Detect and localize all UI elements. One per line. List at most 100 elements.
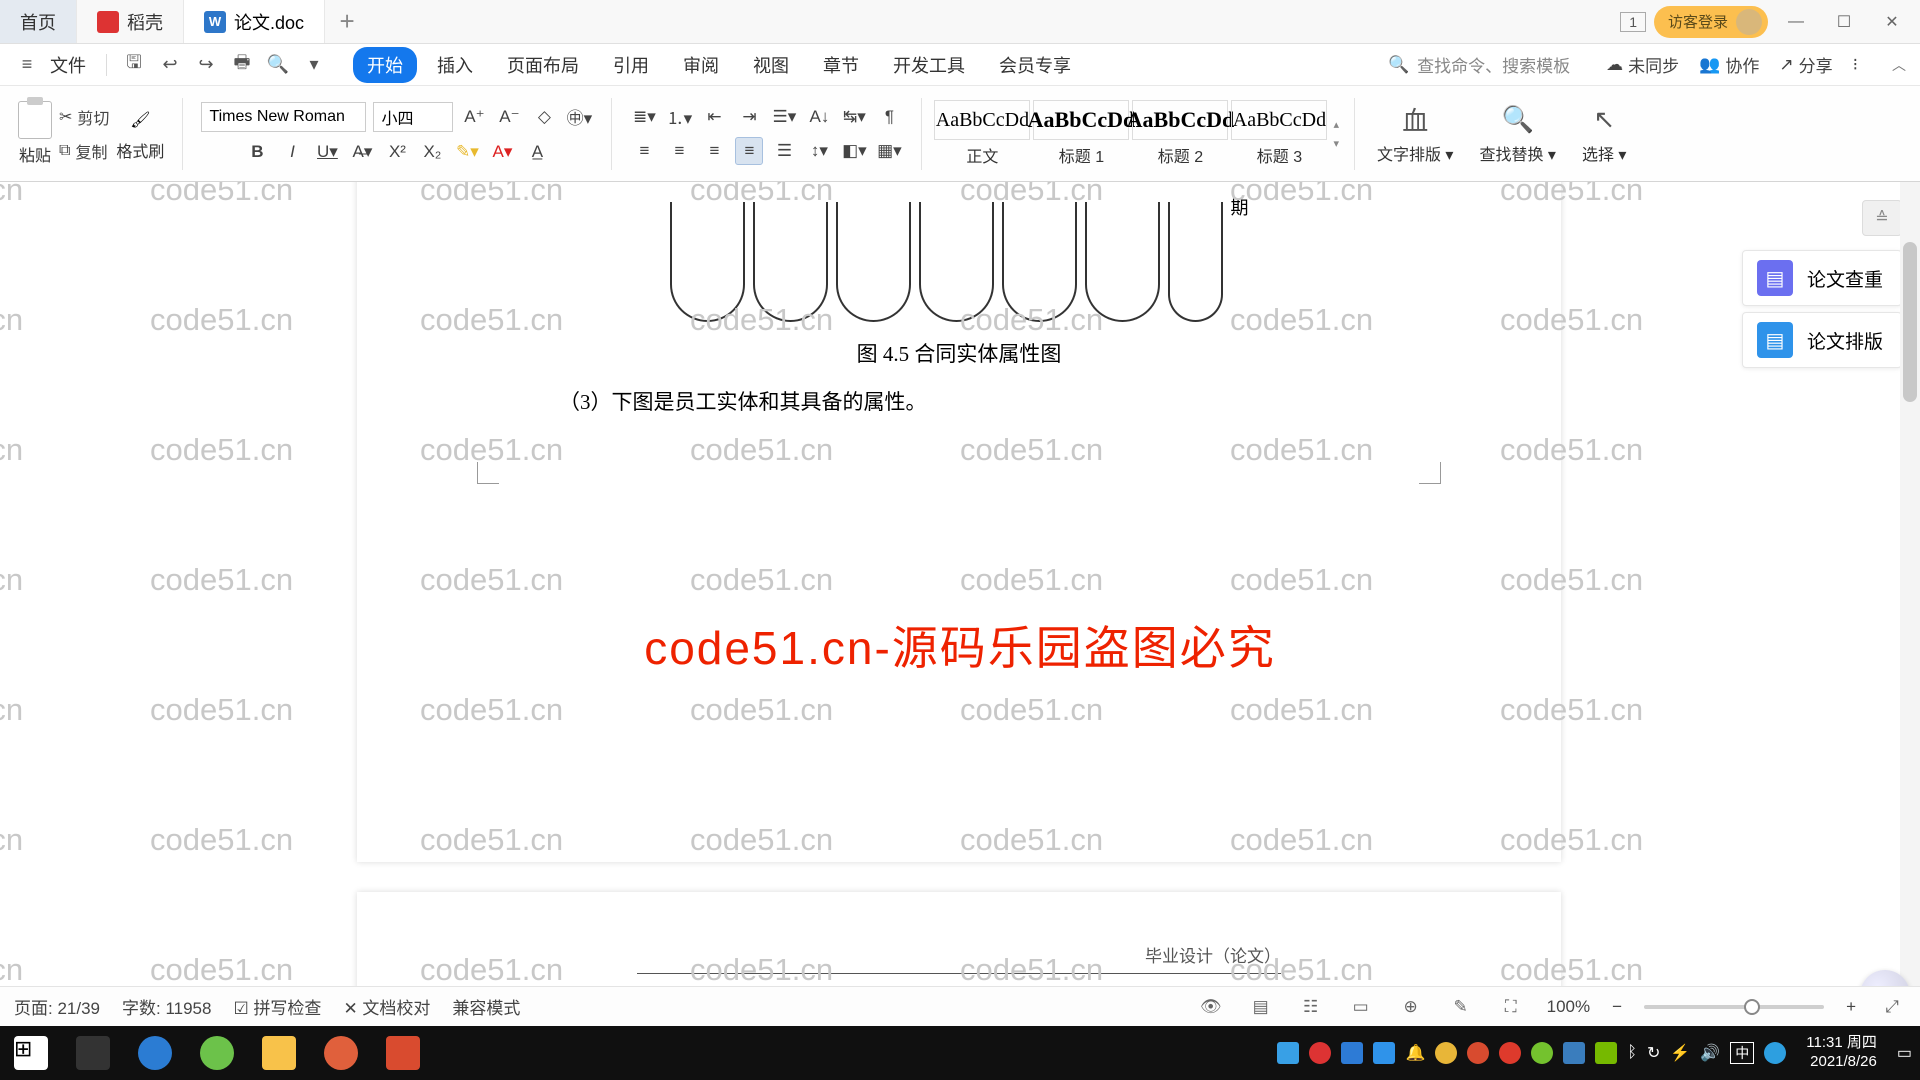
status-compat-mode[interactable]: 兼容模式 (452, 994, 520, 1019)
asian-layout-button[interactable]: ☰▾ (770, 103, 798, 131)
style-heading3[interactable]: AaBbCcDd (1231, 100, 1327, 140)
style-normal[interactable]: AaBbCcDd (934, 100, 1030, 140)
vertical-scrollbar[interactable] (1900, 182, 1920, 1026)
task-app1[interactable] (310, 1026, 372, 1080)
distribute-button[interactable]: ☰ (770, 137, 798, 165)
numbering-button[interactable]: ⒈▾ (665, 103, 693, 131)
system-tray[interactable]: 🔔 ᛒ ↻ ⚡ 🔊 中 11:31 周四 2021/8/26 ▭ (1277, 1034, 1920, 1072)
tab-references[interactable]: 引用 (599, 47, 663, 83)
select-button[interactable]: ↖ 选择 ▾ (1572, 103, 1637, 165)
tab-docer[interactable]: 稻壳 (77, 0, 184, 43)
font-name-input[interactable] (201, 102, 366, 132)
scrollbar-thumb[interactable] (1903, 242, 1917, 402)
tabs-button[interactable]: ↹▾ (840, 103, 868, 131)
tab-page-layout[interactable]: 页面布局 (493, 47, 593, 83)
command-search[interactable]: 🔍 查找命令、搜索模板 (1388, 52, 1570, 77)
status-words[interactable]: 字数: 11958 (122, 994, 211, 1019)
tab-document[interactable]: W 论文.doc (184, 0, 325, 43)
tab-start[interactable]: 开始 (353, 47, 417, 83)
collab-button[interactable]: 👥协作 (1699, 52, 1759, 77)
tray-wifi-icon[interactable]: ⚡ (1670, 1043, 1690, 1063)
tray-updates-icon[interactable]: ↻ (1647, 1043, 1660, 1063)
taskbar-clock[interactable]: 11:31 周四 2021/8/26 (1796, 1034, 1887, 1072)
superscript-button[interactable]: X² (383, 138, 411, 166)
start-button[interactable]: ⊞ (0, 1026, 62, 1080)
qat-dropdown-icon[interactable]: ▾ (301, 52, 327, 78)
decrease-indent-button[interactable]: ⇤ (700, 103, 728, 131)
bullets-button[interactable]: ≣▾ (630, 103, 658, 131)
tab-view[interactable]: 视图 (739, 47, 803, 83)
status-spellcheck[interactable]: ☑ 拼写检查 (233, 994, 321, 1019)
paste-button[interactable]: 粘贴 (18, 101, 52, 166)
zoom-in-button[interactable]: + (1846, 997, 1856, 1017)
clear-format-icon[interactable]: ◇ (530, 103, 558, 131)
tray-qq3-icon[interactable] (1499, 1042, 1521, 1064)
task-explorer[interactable] (248, 1026, 310, 1080)
tab-review[interactable]: 审阅 (669, 47, 733, 83)
notification-badge[interactable]: 1 (1620, 12, 1646, 32)
task-browser[interactable] (186, 1026, 248, 1080)
copy-button[interactable]: ⧉复制 (59, 139, 109, 163)
tray-app4-icon[interactable] (1563, 1042, 1585, 1064)
show-marks-button[interactable]: ¶ (875, 103, 903, 131)
decrease-font-icon[interactable]: A⁻ (495, 103, 523, 131)
tray-app3-icon[interactable] (1341, 1042, 1363, 1064)
zoom-value[interactable]: 100% (1547, 997, 1590, 1017)
style-heading1[interactable]: AaBbCcDd (1033, 100, 1129, 140)
phonetic-guide-icon[interactable]: ㊥▾ (565, 103, 593, 131)
tab-member[interactable]: 会员专享 (985, 47, 1085, 83)
save-icon[interactable]: 🖫 (121, 52, 147, 78)
task-ie[interactable] (124, 1026, 186, 1080)
font-size-input[interactable] (373, 102, 453, 132)
tray-qq1-icon[interactable] (1435, 1042, 1457, 1064)
task-wps[interactable] (372, 1026, 434, 1080)
tab-home[interactable]: 首页 (0, 0, 77, 43)
subscript-button[interactable]: X₂ (418, 138, 446, 166)
increase-indent-button[interactable]: ⇥ (735, 103, 763, 131)
maximize-button[interactable]: ☐ (1824, 2, 1864, 42)
outline-view-icon[interactable]: ☷ (1297, 993, 1325, 1021)
help-icon[interactable]: ⁝ (1853, 55, 1858, 75)
font-color-button[interactable]: A▾ (488, 138, 516, 166)
sort-button[interactable]: A↓ (805, 103, 833, 131)
read-view-icon[interactable]: ▭ (1347, 993, 1375, 1021)
side-tool-typeset[interactable]: ▤ 论文排版 (1742, 312, 1902, 368)
web-view-icon[interactable]: ⊕ (1397, 993, 1425, 1021)
align-justify-button[interactable]: ≡ (735, 137, 763, 165)
print-preview-icon[interactable]: 🔍 (265, 52, 291, 78)
find-replace-button[interactable]: 🔍 查找替换 ▾ (1469, 103, 1566, 165)
print-icon[interactable]: 🖶 (229, 52, 255, 78)
shading-button[interactable]: ◧▾ (840, 137, 868, 165)
tray-app2-icon[interactable] (1309, 1042, 1331, 1064)
close-button[interactable]: ✕ (1872, 2, 1912, 42)
new-tab-button[interactable]: + (325, 0, 369, 43)
increase-font-icon[interactable]: A⁺ (460, 103, 488, 131)
text-layout-button[interactable]: ⾎ 文字排版 ▾ (1367, 103, 1464, 165)
format-painter-button[interactable]: 🖌 格式刷 (116, 105, 164, 162)
side-panel-collapse-icon[interactable]: ≙ (1862, 200, 1902, 236)
page-view-icon[interactable]: ▤ (1247, 993, 1275, 1021)
highlight-button[interactable]: ✎▾ (453, 138, 481, 166)
fit-width-icon[interactable]: ⛶ (1497, 993, 1525, 1021)
tab-devtools[interactable]: 开发工具 (879, 47, 979, 83)
fullscreen-icon[interactable]: ⤢ (1878, 993, 1906, 1021)
redo-icon[interactable]: ↪ (193, 52, 219, 78)
italic-button[interactable]: I (278, 138, 306, 166)
tray-app1-icon[interactable] (1277, 1042, 1299, 1064)
styles-more-icon[interactable]: ▴▾ (1330, 115, 1342, 153)
side-tool-plagiarism[interactable]: ▤ 论文查重 (1742, 250, 1902, 306)
undo-icon[interactable]: ↩ (157, 52, 183, 78)
style-heading2[interactable]: AaBbCcDd (1132, 100, 1228, 140)
bold-button[interactable]: B (243, 138, 271, 166)
file-menu[interactable]: 文件 (50, 52, 86, 78)
sync-status[interactable]: ☁未同步 (1606, 52, 1679, 77)
eye-care-icon[interactable]: 👁 (1197, 993, 1225, 1021)
status-page[interactable]: 页面: 21/39 (14, 994, 100, 1019)
tray-nvidia-icon[interactable] (1595, 1042, 1617, 1064)
tab-chapter[interactable]: 章节 (809, 47, 873, 83)
login-button[interactable]: 访客登录 (1654, 6, 1768, 38)
zoom-slider[interactable] (1644, 1005, 1824, 1009)
zoom-out-button[interactable]: − (1612, 997, 1622, 1017)
styles-gallery[interactable]: AaBbCcDd正文 AaBbCcDd标题 1 AaBbCcDd标题 2 AaB… (934, 100, 1342, 167)
align-center-button[interactable]: ≡ (665, 137, 693, 165)
